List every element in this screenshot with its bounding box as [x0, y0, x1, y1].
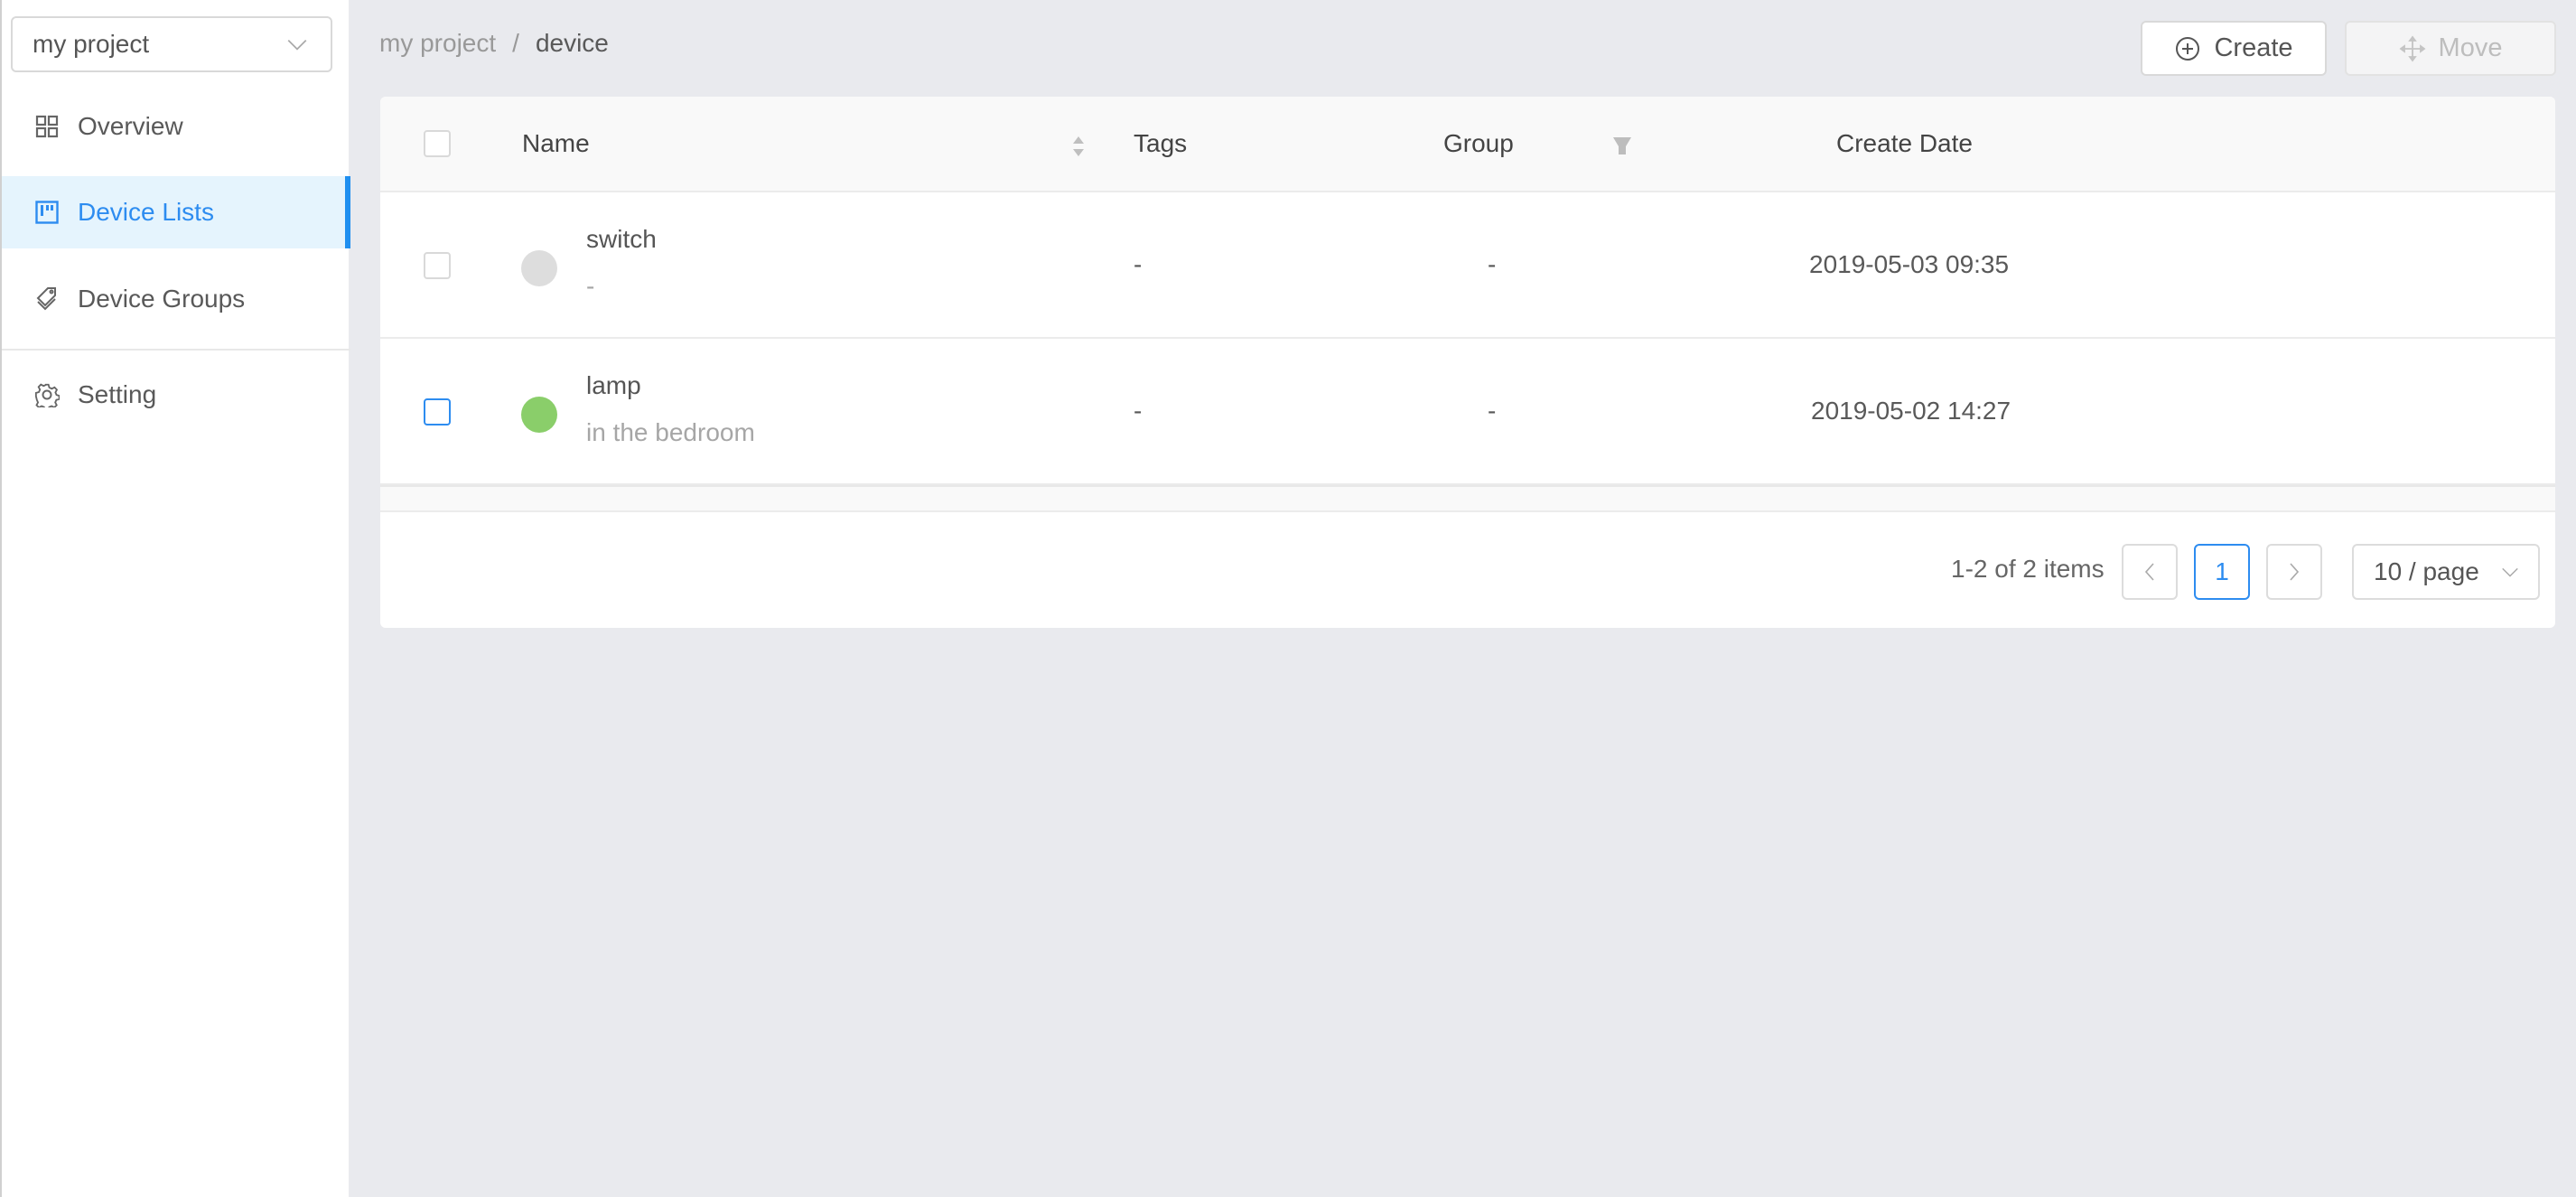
sidebar-item-label: Overview [78, 112, 183, 140]
filter-icon[interactable] [1612, 135, 1632, 158]
create-button-label: Create [2214, 33, 2293, 62]
device-table-card: Name Tags Group Create Date switch - - -… [380, 97, 2555, 628]
create-button[interactable]: Create [2141, 21, 2327, 76]
table-row[interactable]: switch - - - 2019-05-03 09:35 [380, 192, 2555, 339]
column-header-group: Group [1443, 129, 1514, 157]
device-tags: - [1134, 250, 1143, 278]
column-header-tags: Tags [1134, 129, 1188, 157]
row-checkbox[interactable] [424, 252, 451, 279]
sidebar-item-label: Setting [78, 380, 157, 408]
device-group: - [1488, 397, 1497, 425]
device-name[interactable]: lamp [586, 371, 641, 400]
board-icon [34, 200, 60, 225]
sidebar-item-label: Device Lists [78, 198, 214, 226]
chevron-left-icon [2144, 563, 2154, 581]
column-header-name[interactable]: Name [522, 129, 590, 158]
sidebar: my project Overview Device Lists Device … [0, 0, 350, 1197]
breadcrumb-separator: / [512, 29, 519, 57]
horizontal-scrollbar[interactable] [380, 485, 2555, 512]
chevron-down-icon [2502, 567, 2518, 577]
device-name[interactable]: switch [586, 225, 657, 254]
tags-icon [34, 286, 60, 312]
move-button-label: Move [2438, 33, 2503, 62]
page-1-button[interactable]: 1 [2194, 544, 2250, 600]
status-dot-online [521, 397, 557, 433]
pagination-total: 1-2 of 2 items [1951, 555, 2105, 583]
move-arrows-icon [2399, 35, 2426, 61]
select-all-checkbox[interactable] [424, 130, 451, 157]
sidebar-item-overview[interactable]: Overview [2, 90, 350, 163]
breadcrumb: my project / device [379, 29, 609, 58]
device-description: - [586, 272, 595, 300]
project-select[interactable]: my project [11, 16, 332, 72]
device-create-date: 2019-05-02 14:27 [1811, 397, 2011, 425]
column-header-create-date: Create Date [1836, 129, 1973, 157]
next-page-button[interactable] [2266, 544, 2322, 600]
chevron-down-icon [287, 40, 307, 51]
device-tags: - [1134, 397, 1143, 425]
table-row[interactable]: lamp in the bedroom - - 2019-05-02 14:27 [380, 339, 2555, 485]
chevron-right-icon [2290, 563, 2300, 581]
sidebar-item-device-lists[interactable]: Device Lists [2, 176, 350, 248]
prev-page-button[interactable] [2122, 544, 2178, 600]
device-description: in the bedroom [586, 418, 755, 446]
sidebar-item-setting[interactable]: Setting [2, 359, 350, 431]
gear-icon [34, 382, 60, 407]
page-size-select[interactable]: 10 / page [2352, 544, 2540, 600]
project-select-value: my project [33, 30, 150, 58]
sort-icon[interactable] [1070, 133, 1087, 160]
grid-icon [34, 114, 60, 139]
nav-divider [2, 349, 350, 351]
row-checkbox[interactable] [424, 398, 451, 425]
sidebar-item-device-groups[interactable]: Device Groups [2, 263, 350, 335]
device-group: - [1488, 250, 1497, 278]
sidebar-item-label: Device Groups [78, 285, 246, 313]
breadcrumb-item-project[interactable]: my project [379, 29, 496, 58]
status-dot-offline [521, 250, 557, 286]
breadcrumb-item-current: device [535, 29, 609, 57]
table-header: Name Tags Group Create Date [380, 97, 2555, 192]
page-size-value: 10 / page [2374, 557, 2479, 585]
device-create-date: 2019-05-03 09:35 [1809, 250, 2010, 278]
plus-circle-icon [2176, 36, 2200, 61]
move-button[interactable]: Move [2345, 21, 2556, 76]
